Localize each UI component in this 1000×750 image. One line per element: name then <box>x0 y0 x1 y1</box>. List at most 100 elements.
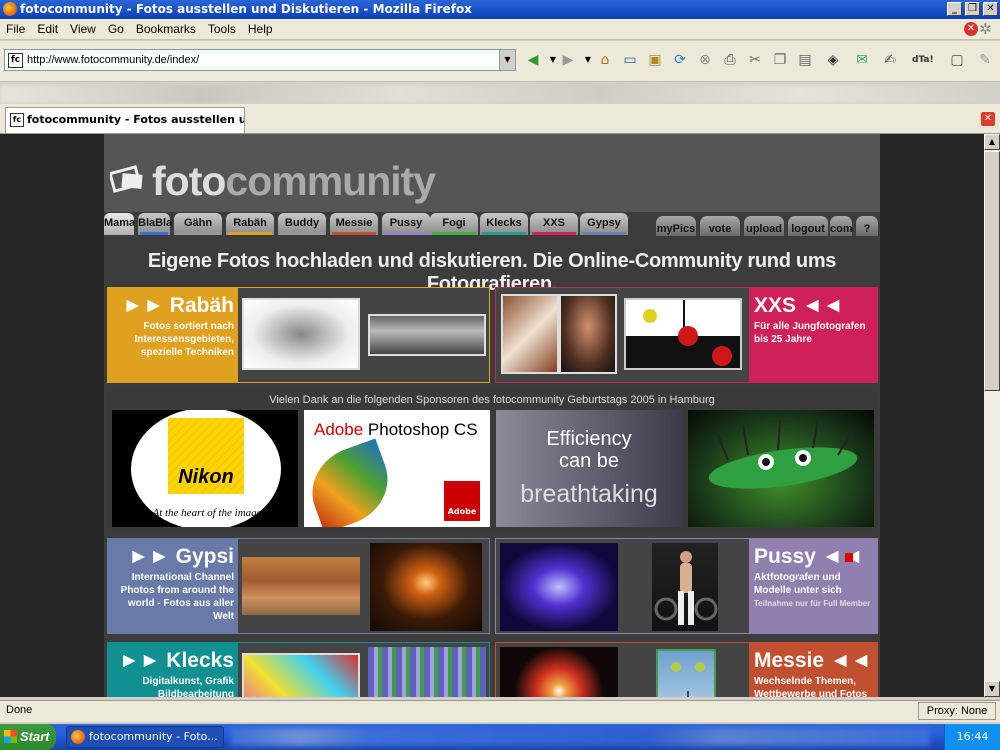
nav-tab-label: XXS <box>542 217 565 229</box>
menu-bar: File Edit View Go Bookmarks Tools Help <box>0 19 1000 40</box>
print-icon[interactable]: ⎙ <box>720 50 740 70</box>
stop-icon[interactable]: ⊗ <box>695 50 715 70</box>
nav-tab-gaehn[interactable]: Gähn <box>174 213 222 235</box>
reload-icon[interactable]: ⟳ <box>670 50 690 70</box>
menu-tools[interactable]: Tools <box>202 19 242 39</box>
forward-arrow-icon[interactable]: ▶ <box>558 50 578 70</box>
nav-mypics[interactable]: myPics <box>656 216 696 236</box>
url-dropdown-icon[interactable]: ▼ <box>499 50 515 70</box>
nav-tab-messie[interactable]: Messie <box>330 213 378 235</box>
addon-icon[interactable]: ✍ <box>880 50 900 70</box>
adobe-photoshop-title: Adobe Photoshop CS <box>314 420 478 440</box>
photo-thumbnail[interactable] <box>652 543 718 631</box>
window-title: fotocommunity - Fotos ausstellen und Dis… <box>20 2 472 16</box>
mail-icon[interactable]: ✉ <box>852 50 872 70</box>
taskbar-firefox-button[interactable]: fotocommunity - Foto... <box>66 726 224 748</box>
nav-tab-xxs[interactable]: XXS <box>530 213 578 235</box>
sponsor-adobe-photoshop[interactable]: Adobe Photoshop CS Adobe <box>304 410 490 527</box>
channel-rabaeh[interactable]: ►► Rabäh Fotos sortiert nach Interessens… <box>107 287 490 383</box>
restore-button[interactable]: ❐ <box>965 2 980 16</box>
nav-tab-label: Fogi <box>442 217 466 229</box>
system-tray-clock[interactable]: 16:44 <box>944 724 1000 750</box>
photo-thumbnail[interactable] <box>501 294 559 374</box>
nav-tab-label: Gypsy <box>587 217 621 229</box>
nav-logout[interactable]: logout <box>788 216 828 236</box>
photo-thumbnail[interactable] <box>242 298 360 370</box>
nav-mypics-label: myPics <box>656 223 696 235</box>
paste-icon[interactable]: ▤ <box>795 50 815 70</box>
nav-tab-blabla[interactable]: BlaBla <box>138 213 172 235</box>
scroll-up-icon[interactable]: ▲ <box>984 134 1000 150</box>
photo-thumbnail[interactable] <box>559 294 617 374</box>
channel-messie[interactable]: Messie ◄◄ Wechselnde Themen, Wettbewerbe… <box>495 642 878 697</box>
nav-vote[interactable]: vote <box>700 216 740 236</box>
photo-thumbnail[interactable] <box>624 298 742 370</box>
photo-thumbnail[interactable] <box>500 543 618 631</box>
dta-icon[interactable]: dTa! <box>912 50 934 70</box>
nav-tab-mama[interactable]: Mama <box>104 213 135 235</box>
scrollbar-thumb[interactable] <box>984 151 1000 391</box>
nav-tab-fogi[interactable]: Fogi <box>430 213 478 235</box>
url-input[interactable] <box>27 52 499 68</box>
bookmark-icon[interactable]: ▣ <box>645 50 665 70</box>
efficiency-line1: Efficiency <box>546 428 632 450</box>
history-icon[interactable]: ◈ <box>823 50 843 70</box>
menu-go[interactable]: Go <box>102 19 130 39</box>
nav-tab-buddy[interactable]: Buddy <box>278 213 326 235</box>
close-tab-button[interactable]: ✕ <box>981 112 995 126</box>
channel-description: Digitalkunst, Grafik Bildbearbeitung <box>142 676 234 697</box>
stop-loading-icon[interactable]: ✕ <box>964 22 978 36</box>
scroll-down-icon[interactable]: ▼ <box>984 681 1000 697</box>
menu-help[interactable]: Help <box>242 19 279 39</box>
menu-file[interactable]: File <box>0 19 31 39</box>
nav-tab-gypsy[interactable]: Gypsy <box>580 213 628 235</box>
address-bar[interactable]: fc ▼ <box>4 49 516 71</box>
channel-subtext: Teilnahme nur für Full Member <box>754 599 871 608</box>
photo-thumbnail[interactable] <box>500 647 618 697</box>
photoshop-feather-icon <box>304 438 400 527</box>
sponsor-caterpillar-photo[interactable] <box>688 410 874 527</box>
nav-help[interactable]: ? <box>856 216 878 236</box>
channel-gypsi[interactable]: ►► Gypsi International Channel Photos fr… <box>107 538 490 634</box>
photo-thumbnail[interactable] <box>370 543 482 631</box>
back-arrow-icon[interactable]: ◀ <box>523 50 543 70</box>
nav-tab-pussy[interactable]: Pussy <box>382 213 430 235</box>
cut-icon[interactable]: ✂ <box>745 50 765 70</box>
copy-icon[interactable]: ❐ <box>770 50 790 70</box>
menu-edit[interactable]: Edit <box>31 19 64 39</box>
menu-view[interactable]: View <box>64 19 102 39</box>
menu-bookmarks[interactable]: Bookmarks <box>130 19 202 39</box>
caterpillar-image <box>708 419 858 489</box>
photo-thumbnail[interactable] <box>242 557 360 615</box>
photo-thumbnail[interactable] <box>368 647 486 697</box>
photoshop-word: Photoshop CS <box>367 420 478 439</box>
page-content: fotocommunity Mama BlaBla Gähn Rabäh Bud… <box>0 134 984 697</box>
new-window-icon[interactable]: ▭ <box>620 50 640 70</box>
sponsor-efficiency[interactable]: Efficiency can be breathtaking <box>496 410 682 527</box>
nav-tab-rabaeh[interactable]: Rabäh <box>226 213 274 235</box>
nav-upload[interactable]: upload <box>744 216 784 236</box>
nav-tab-underline <box>176 232 220 235</box>
home-icon[interactable]: ⌂ <box>595 50 615 70</box>
vertical-scrollbar[interactable]: ▲ ▼ <box>984 134 1000 697</box>
channel-label: ►► Rabäh Fotos sortiert nach Interessens… <box>108 288 238 382</box>
channel-pussy[interactable]: Pussy ◄◄ Aktfotografen und Modelle unter… <box>495 538 878 634</box>
sponsor-nikon[interactable]: Nikon At the heart of the image <box>112 410 298 527</box>
nav-com[interactable]: com <box>830 216 853 236</box>
site-logo[interactable]: fotocommunity <box>152 158 436 205</box>
nav-tab-klecks[interactable]: Klecks <box>480 213 528 235</box>
channel-xxs[interactable]: XXS ◄◄ Für alle Jungfotografen bis 25 Ja… <box>495 287 878 383</box>
close-window-button[interactable]: ✕ <box>983 2 998 16</box>
page-info-icon[interactable]: ▢ <box>947 50 967 70</box>
photo-thumbnail[interactable] <box>368 314 486 356</box>
browser-tab[interactable]: fc fotocommunity - Fotos ausstellen un..… <box>5 107 245 133</box>
proxy-status[interactable]: Proxy: None <box>918 702 996 720</box>
edit-icon[interactable]: ✎ <box>975 50 995 70</box>
start-button[interactable]: Start <box>0 724 56 750</box>
minimize-button[interactable]: _ <box>947 2 962 16</box>
nav-tab-label: Buddy <box>284 217 320 229</box>
channel-klecks[interactable]: ►► Klecks Digitalkunst, Grafik Bildbearb… <box>107 642 490 697</box>
nav-tab-label: Rabäh <box>233 217 267 229</box>
photo-thumbnail[interactable] <box>656 649 716 697</box>
photo-thumbnail[interactable] <box>242 653 360 697</box>
